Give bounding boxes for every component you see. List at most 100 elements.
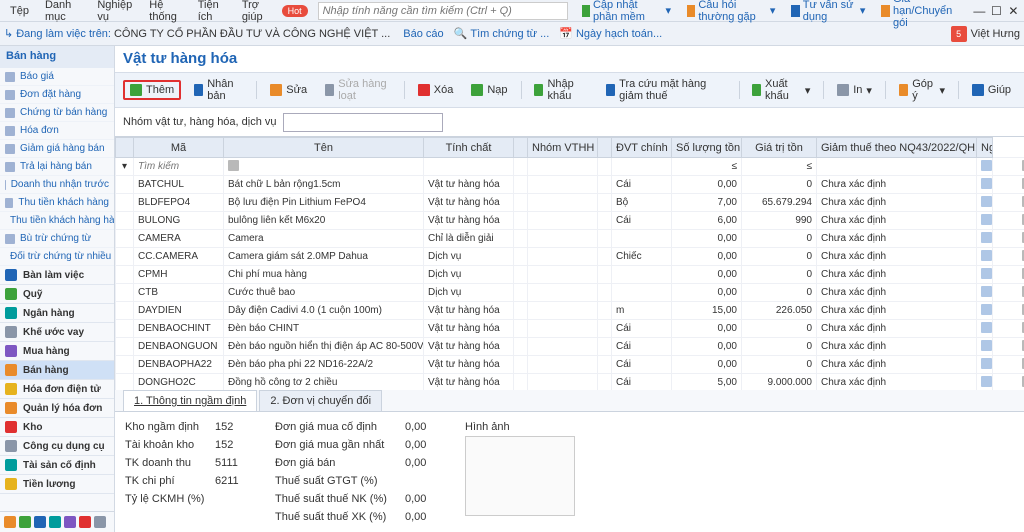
sidebar-nav-item[interactable]: Trả lại hàng bán <box>0 158 114 176</box>
tax-lookup-button[interactable]: Tra cứu mặt hàng giảm thuế <box>601 76 731 104</box>
menu-utility[interactable]: Tiện ích <box>192 0 232 25</box>
sidebar-module-item[interactable]: Mua hàng <box>0 342 114 361</box>
reload-button[interactable]: Nạp <box>466 82 512 98</box>
filter-combo[interactable] <box>283 113 443 132</box>
bi-7[interactable] <box>94 516 106 528</box>
duplicate-button[interactable]: Nhân bản <box>189 76 248 104</box>
column-header[interactable]: Giá trị tồn <box>742 138 817 158</box>
sidebar-module-item[interactable]: Kho <box>0 418 114 437</box>
tax-flag[interactable] <box>981 376 992 387</box>
table-row[interactable]: CTBCước thuê baoDịch vụ0,000Chưa xác địn… <box>116 284 1024 302</box>
search-code[interactable] <box>138 161 219 172</box>
edit-button[interactable]: Sửa <box>265 82 312 98</box>
table-row[interactable]: BLDFEPO4Bộ lưu điện Pin Lithium FePO4Vật… <box>116 194 1024 212</box>
add-button[interactable]: Thêm <box>123 80 181 100</box>
table-row[interactable]: DENBAOPHA22Đèn báo pha phi 22 ND16-22A/2… <box>116 356 1024 374</box>
update-link[interactable]: Cập nhật phần mềm▾ <box>576 0 677 25</box>
bi-2[interactable] <box>19 516 31 528</box>
schedule-link[interactable]: 📅 Ngày hạch toán... <box>559 27 662 40</box>
batch-edit-button[interactable]: Sửa hàng loạt <box>320 76 396 104</box>
tax-flag[interactable] <box>981 250 992 261</box>
sidebar-nav-item[interactable]: Chứng từ bán hàng <box>0 104 114 122</box>
menu-file[interactable]: Tệp <box>4 3 35 19</box>
table-row[interactable]: CPMHChi phí mua hàngDịch vụ0,000Chưa xác… <box>116 266 1024 284</box>
tax-flag[interactable] <box>981 268 992 279</box>
consult-link[interactable]: Tư vấn sử dụng▾ <box>785 0 871 25</box>
help-button[interactable]: Giúp <box>967 82 1016 98</box>
menu-category[interactable]: Danh mục <box>39 0 87 25</box>
delete-button[interactable]: Xóa <box>413 82 459 98</box>
table-row[interactable]: BATCHULBát chữ L bản rộng1.5cmVật tư hàn… <box>116 176 1024 194</box>
image-box[interactable] <box>465 436 575 516</box>
filter-icon-cell[interactable]: ▾ <box>116 158 134 176</box>
maximize-button[interactable]: ☐ <box>990 4 1003 18</box>
tax-flag[interactable] <box>981 196 992 207</box>
menu-system[interactable]: Hệ thống <box>143 0 187 25</box>
sidebar-nav-item[interactable]: Hóa đơn <box>0 122 114 140</box>
sidebar-module-item[interactable]: Ngân hàng <box>0 304 114 323</box>
table-row[interactable]: DAYDIENDây điện Cadivi 4.0 (1 cuộn 100m)… <box>116 302 1024 320</box>
sidebar-module-item[interactable]: Bàn làm việc <box>0 266 114 285</box>
sidebar-module-item[interactable]: Khế ước vay <box>0 323 114 342</box>
report-link[interactable]: Báo cáo <box>400 28 443 40</box>
sidebar-module-item[interactable]: Tiền lương <box>0 475 114 494</box>
column-header[interactable]: ĐVT chính <box>612 138 672 158</box>
column-header[interactable]: Nhóm VTHH <box>528 138 598 158</box>
sidebar-nav-item[interactable]: Đối trừ chứng từ nhiều đối ... <box>0 248 114 266</box>
tax-flag[interactable] <box>981 304 992 315</box>
table-row[interactable]: BULONGbulông liên kết M6x20Vật tư hàng h… <box>116 212 1024 230</box>
filter-tax-btn[interactable] <box>981 160 992 171</box>
column-header[interactable]: Giảm thuế theo NQ43/2022/QH15 <box>817 138 977 158</box>
table-row[interactable]: CAMERACameraChỉ là diễn giải0,000Chưa xá… <box>116 230 1024 248</box>
sidebar-nav-item[interactable]: Thu tiền khách hàng hàng l... <box>0 212 114 230</box>
bi-1[interactable] <box>4 516 16 528</box>
sidebar-module-item[interactable]: Hóa đơn điện tử <box>0 380 114 399</box>
import-button[interactable]: Nhập khẩu <box>529 76 593 104</box>
tax-flag[interactable] <box>981 232 992 243</box>
menu-business[interactable]: Nghiệp vụ <box>91 0 139 25</box>
column-header[interactable]: Số lượng tồn <box>672 138 742 158</box>
table-row[interactable]: CC.CAMERACamera giám sát 2.0MP DahuaDịch… <box>116 248 1024 266</box>
column-header[interactable] <box>514 138 528 158</box>
find-voucher-link[interactable]: 🔍 Tìm chứng từ ... <box>454 27 550 40</box>
column-header[interactable]: Tính chất <box>424 138 514 158</box>
bi-3[interactable] <box>34 516 46 528</box>
print-button[interactable]: In▾ <box>832 82 877 99</box>
minimize-button[interactable]: — <box>973 4 986 18</box>
faq-link[interactable]: Câu hỏi thường gặp▾ <box>681 0 781 25</box>
sidebar-nav-item[interactable]: Doanh thu nhận trước <box>0 176 114 194</box>
column-header[interactable] <box>598 138 612 158</box>
table-row[interactable]: DENBAOCHINTĐèn báo CHINTVật tư hàng hóaC… <box>116 320 1024 338</box>
tax-flag[interactable] <box>981 286 992 297</box>
tax-flag[interactable] <box>981 178 992 189</box>
sidebar-nav-item[interactable]: Thu tiền khách hàng <box>0 194 114 212</box>
sidebar-module-item[interactable]: Công cụ dụng cụ <box>0 437 114 456</box>
sidebar-nav-item[interactable]: Bù trừ chứng từ <box>0 230 114 248</box>
sidebar-module-item[interactable]: Bán hàng <box>0 361 114 380</box>
table-row[interactable]: DENBAONGUONĐèn báo nguồn hiển thị điện á… <box>116 338 1024 356</box>
filter-btn[interactable] <box>228 160 239 171</box>
sidebar-module-item[interactable]: Quản lý hóa đơn <box>0 399 114 418</box>
global-search-input[interactable] <box>318 2 568 20</box>
tax-flag[interactable] <box>981 358 992 369</box>
sidebar-nav-item[interactable]: Giảm giá hàng bán <box>0 140 114 158</box>
column-header[interactable]: Ngừng theo dõi <box>977 138 993 158</box>
tax-flag[interactable] <box>981 340 992 351</box>
export-button[interactable]: Xuất khẩu▾ <box>747 76 815 104</box>
column-header[interactable] <box>116 138 134 158</box>
bi-6[interactable] <box>79 516 91 528</box>
user-badge[interactable]: 5 Việt Hưng <box>951 26 1020 42</box>
tax-flag[interactable] <box>981 322 992 333</box>
sidebar-module-item[interactable]: Tài sản cố định <box>0 456 114 475</box>
sidebar-nav-item[interactable]: Đơn đặt hàng <box>0 86 114 104</box>
table-row[interactable]: DONGHO2CĐồng hồ công tơ 2 chiềuVật tư hà… <box>116 374 1024 391</box>
tax-flag[interactable] <box>981 214 992 225</box>
menu-help[interactable]: Trợ giúp <box>236 0 278 25</box>
close-button[interactable]: ✕ <box>1007 4 1020 18</box>
tab-uom[interactable]: 2. Đơn vị chuyển đổi <box>259 390 382 411</box>
bi-5[interactable] <box>64 516 76 528</box>
column-header[interactable]: Mã <box>134 138 224 158</box>
bi-4[interactable] <box>49 516 61 528</box>
sidebar-nav-item[interactable]: Báo giá <box>0 68 114 86</box>
column-header[interactable]: Tên <box>224 138 424 158</box>
